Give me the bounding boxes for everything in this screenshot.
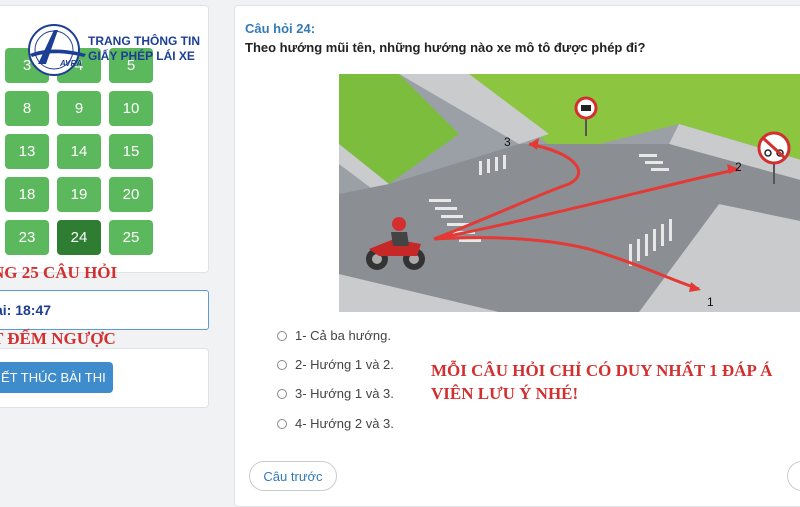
answer-label: 4- Hướng 2 và 3.: [295, 416, 394, 431]
question-button[interactable]: 18: [5, 177, 49, 212]
arrow-label-3: 3: [504, 135, 511, 149]
timer-text: ại: 18:47: [0, 302, 52, 318]
question-button[interactable]: 13: [5, 134, 49, 169]
arrow-label-1: 1: [707, 295, 714, 309]
answer-option-4[interactable]: 4- Hướng 2 và 3.: [277, 416, 394, 431]
question-button-current[interactable]: 24: [57, 220, 101, 255]
avra-logo: AVRA: [28, 24, 86, 76]
total-questions-caption: NG 25 CÂU HỎI: [0, 263, 118, 282]
question-panel: Câu hỏi 24: Theo hướng mũi tên, những hư…: [234, 5, 800, 507]
answer-label: 3- Hướng 1 và 3.: [295, 386, 394, 401]
answer-label: 2- Hướng 1 và 2.: [295, 357, 394, 372]
question-button[interactable]: 23: [5, 220, 49, 255]
brand-title: TRANG THÔNG TIN GIẤY PHÉP LÁI XE: [88, 34, 200, 64]
logo-text: AVRA: [59, 59, 82, 68]
radio-button[interactable]: [277, 330, 287, 341]
question-button[interactable]: 8: [5, 91, 49, 126]
question-text: Theo hướng mũi tên, những hướng nào xe m…: [245, 40, 646, 55]
question-button[interactable]: 14: [57, 134, 101, 169]
brand-line-1: TRANG THÔNG TIN: [88, 34, 200, 48]
next-question-button[interactable]: [787, 461, 800, 491]
arrow-label-2: 2: [735, 160, 742, 174]
note-text: MỖI CÂU HỎI CHỈ CÓ DUY NHẤT 1 ĐÁP Á VIÊN…: [431, 359, 772, 405]
question-number: Câu hỏi 24:: [245, 21, 316, 36]
answer-option-1[interactable]: 1- Cả ba hướng.: [277, 328, 391, 343]
countdown-caption: T ĐẾM NGƯỢC: [0, 329, 116, 348]
timer-box: ại: 18:47: [0, 290, 209, 330]
intersection-diagram: 3 2 1: [339, 74, 800, 312]
note-line-1: MỖI CÂU HỎI CHỈ CÓ DUY NHẤT 1 ĐÁP Á: [431, 361, 773, 380]
question-button[interactable]: 10: [109, 91, 153, 126]
question-button[interactable]: 20: [109, 177, 153, 212]
answer-option-3[interactable]: 3- Hướng 1 và 3.: [277, 386, 394, 401]
previous-question-button[interactable]: Câu trước: [249, 461, 337, 491]
radio-button[interactable]: [277, 418, 287, 429]
answer-label: 1- Cả ba hướng.: [295, 328, 392, 343]
question-button[interactable]: 19: [57, 177, 101, 212]
note-line-2: VIÊN LƯU Ý NHÉ!: [431, 384, 579, 403]
radio-button[interactable]: [277, 388, 287, 399]
question-button[interactable]: 9: [57, 91, 101, 126]
brand-line-2: GIẤY PHÉP LÁI XE: [88, 49, 195, 63]
finish-exam-button[interactable]: ẾT THÚC BÀI THI: [0, 362, 113, 393]
answer-option-2[interactable]: 2- Hướng 1 và 2.: [277, 357, 394, 372]
question-button[interactable]: 25: [109, 220, 153, 255]
radio-button[interactable]: [277, 359, 287, 370]
question-button[interactable]: 15: [109, 134, 153, 169]
finish-card: ẾT THÚC BÀI THI: [0, 348, 209, 408]
